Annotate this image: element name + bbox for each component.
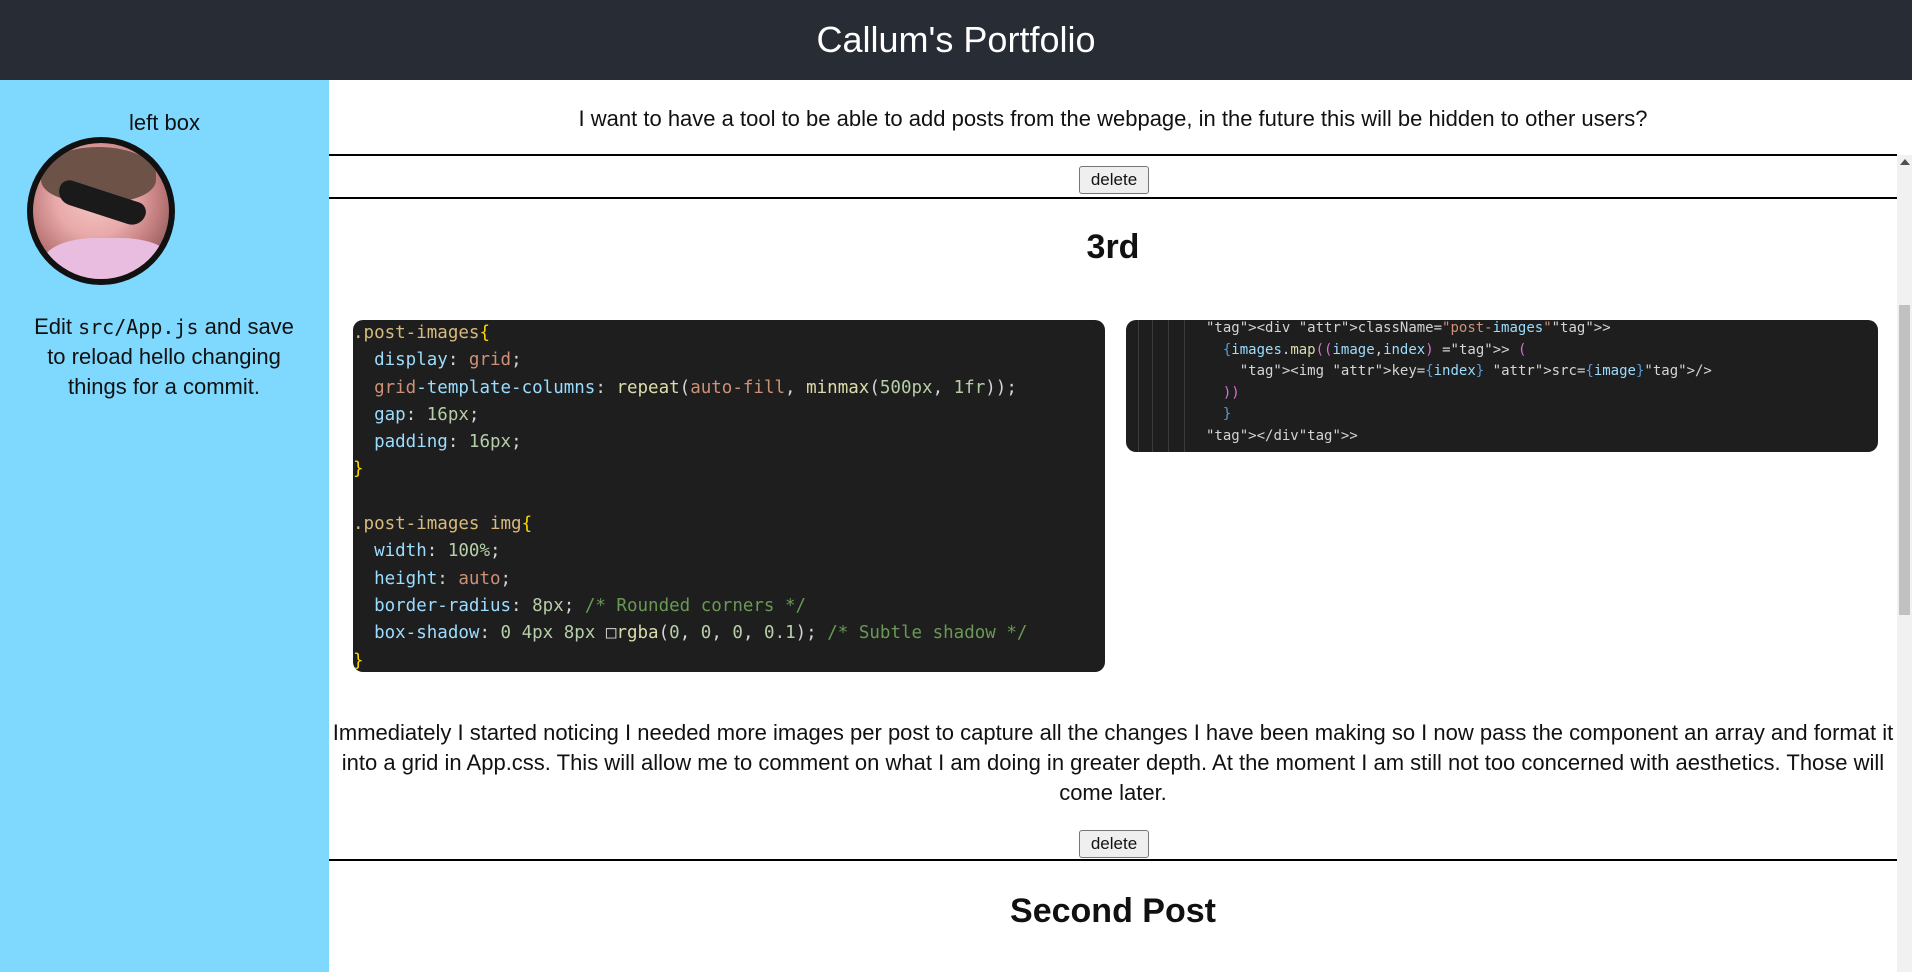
code-line: .post-images img{ [353,514,533,535]
code-line: border-radius: 8px; /* Rounded corners *… [374,595,807,616]
sidebar-title: left box [129,110,200,135]
code-line: grid-template-columns: repeat(auto-fill,… [374,377,1017,398]
code-line: display: grid; [374,350,522,371]
scrollbar[interactable] [1897,155,1912,972]
code-line: box-shadow: 0 4px 8px □rgba(0, 0, 0, 0.1… [374,623,1028,644]
code-line: )) [1222,384,1240,401]
sidebar-description: Edit src/App.js and save to reload hello… [34,314,294,399]
delete-button[interactable]: delete [1079,166,1149,194]
code-line: "tag"><img "attr">key={index} "attr">src… [1239,363,1712,379]
post-image-jsx-code: "tag"><div "attr">className="post-images… [1126,320,1878,452]
code-line: gap: 16px; [374,404,480,425]
avatar [27,137,175,285]
code-line: padding: 16px; [374,432,522,453]
code-line: } [353,650,364,671]
posts-area: I want to have a tool to be able to add … [329,80,1897,972]
site-header: Callum's Portfolio [0,0,1912,80]
scrollbar-thumb[interactable] [1899,305,1910,615]
code-line: } [1222,406,1232,422]
code-line: "tag"></div"tag">> [1206,427,1358,444]
code-line: } [353,459,364,480]
post-title: 3rd [1086,228,1140,266]
post-divider [329,154,1897,156]
post-divider [329,859,1897,861]
site-title: Callum's Portfolio [816,19,1096,60]
file-path: src/App.js [78,315,199,339]
post-divider [329,197,1897,199]
code-line: "tag"><div "attr">className="post-images… [1206,320,1611,336]
delete-button[interactable]: delete [1079,830,1149,858]
code-line: {images.map((image,index) ="tag">> ( [1222,341,1527,358]
code-line: height: auto; [374,568,512,589]
post-text-top: I want to have a tool to be able to add … [578,106,1648,131]
code-line: width: 100%; [374,541,501,562]
post-title-second: Second Post [1010,892,1216,930]
scroll-up-arrow-icon[interactable] [1900,159,1910,165]
sidebar: left box Edit src/App.js and save to rel… [0,80,329,972]
post-image-css-code: .post-images{ display: grid; grid-templa… [353,320,1105,672]
code-line: .post-images{ [353,323,490,343]
post-body: Immediately I started noticing I needed … [332,720,1894,805]
